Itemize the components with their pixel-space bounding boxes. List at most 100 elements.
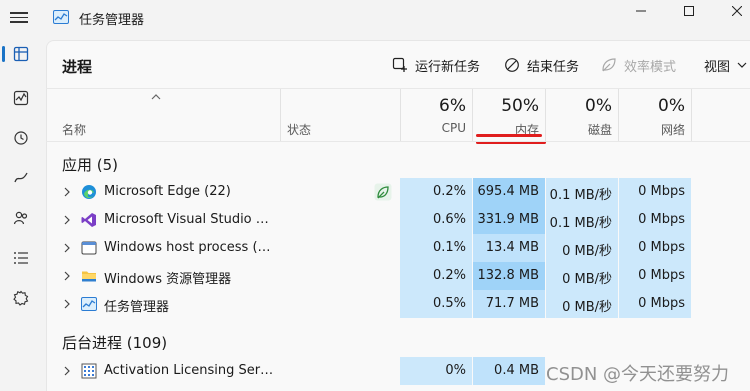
new-task-icon xyxy=(392,57,407,72)
memory-cell: 695.4 MB xyxy=(473,178,545,206)
process-name: Microsoft Visual Studio 202... xyxy=(104,212,276,227)
memory-cell: 331.9 MB xyxy=(473,206,545,234)
window-icon xyxy=(81,240,97,256)
header-divider xyxy=(46,141,750,142)
column-header-status[interactable]: 状态 xyxy=(287,121,311,138)
chevron-right-icon[interactable] xyxy=(63,270,71,286)
users-icon xyxy=(13,211,28,225)
view-menu-button[interactable]: 视图 xyxy=(704,52,747,78)
nav-app-history[interactable] xyxy=(7,124,35,152)
watermark: CSDN @今天还要努力 xyxy=(546,364,730,385)
network-cell: 0 Mbps xyxy=(619,206,691,234)
process-name: Windows 资源管理器 xyxy=(104,272,232,287)
close-icon xyxy=(732,6,742,16)
red-annotation-underline xyxy=(476,134,542,137)
end-task-label: 结束任务 xyxy=(527,59,580,75)
network-total-percent: 0% xyxy=(658,96,685,116)
end-task-button[interactable]: 结束任务 xyxy=(504,52,579,78)
folder-icon xyxy=(81,268,97,284)
process-name: Windows host process (Ru... xyxy=(104,240,276,255)
memory-cell: 71.7 MB xyxy=(473,290,545,318)
network-cell: 0 Mbps xyxy=(619,290,691,318)
process-name: Microsoft Edge (22) xyxy=(104,184,231,199)
section-title-apps[interactable]: 应用 (5) xyxy=(62,154,118,175)
network-cell: 0 Mbps xyxy=(619,262,691,290)
process-row[interactable]: Microsoft Visual Studio 202... 0.6% 331.9 … xyxy=(46,206,750,234)
network-cell: 0 Mbps xyxy=(619,178,691,206)
startup-apps-icon xyxy=(14,172,28,183)
disk-cell: 0 MB/秒 xyxy=(546,262,618,290)
memory-cell: 132.8 MB xyxy=(473,262,545,290)
chevron-down-icon xyxy=(737,62,747,68)
disk-total-percent: 0% xyxy=(585,96,612,116)
network-header-label: 网络 xyxy=(660,123,685,137)
cpu-cell: 0.2% xyxy=(400,178,472,206)
disk-cell: 0 MB/秒 xyxy=(546,290,618,318)
cpu-cell: 0% xyxy=(400,357,472,385)
chevron-right-icon[interactable] xyxy=(63,242,71,258)
memory-cell: 0.4 MB xyxy=(473,357,545,385)
network-cell: 0 Mbps xyxy=(619,234,691,262)
process-row[interactable]: Windows host process (Ru... 0.1% 13.4 MB 0 … xyxy=(46,234,750,262)
active-indicator xyxy=(2,46,5,62)
section-title-background[interactable]: 后台进程 (109) xyxy=(62,332,167,353)
nav-details[interactable] xyxy=(7,244,35,272)
nav-startup-apps[interactable] xyxy=(7,164,35,192)
chevron-right-icon[interactable] xyxy=(63,365,71,381)
title-bar: 任务管理器 xyxy=(0,0,750,36)
chevron-right-icon[interactable] xyxy=(63,186,71,202)
cpu-cell: 0.6% xyxy=(400,206,472,234)
run-new-task-label: 运行新任务 xyxy=(415,59,481,75)
close-button[interactable] xyxy=(714,0,750,22)
efficiency-mode-label: 效率模式 xyxy=(624,59,677,75)
task-manager-icon xyxy=(81,296,97,312)
details-icon xyxy=(14,252,28,264)
performance-icon xyxy=(13,90,29,106)
disk-cell: 0.1 MB/秒 xyxy=(546,206,618,234)
processes-icon xyxy=(13,46,29,62)
efficiency-leaf-icon xyxy=(374,183,392,205)
cpu-cell: 0.5% xyxy=(400,290,472,318)
run-new-task-button[interactable]: 运行新任务 xyxy=(392,52,480,78)
cpu-cell: 0.2% xyxy=(400,262,472,290)
disk-cell: 0 MB/秒 xyxy=(546,234,618,262)
toolbar-divider xyxy=(46,88,750,89)
nav-processes[interactable] xyxy=(7,40,35,68)
navigation-rail xyxy=(0,36,44,391)
minimize-button[interactable] xyxy=(618,0,664,22)
hamburger-menu-icon[interactable] xyxy=(10,9,28,25)
window-title: 任务管理器 xyxy=(79,13,145,28)
cpu-total-percent: 6% xyxy=(439,96,466,116)
minimize-icon xyxy=(636,10,646,12)
process-row[interactable]: Microsoft Edge (22) 0.2% 695.4 MB 0.1 MB/秒 0… xyxy=(46,178,750,206)
maximize-icon xyxy=(684,6,694,16)
services-icon xyxy=(13,290,29,306)
visual-studio-icon xyxy=(81,212,97,228)
sort-ascending-icon[interactable] xyxy=(150,93,162,101)
column-header-name[interactable]: 名称 xyxy=(62,121,86,138)
edge-icon xyxy=(81,184,97,200)
chevron-right-icon[interactable] xyxy=(63,214,71,230)
view-label: 视图 xyxy=(704,59,731,75)
memory-total-percent: 50% xyxy=(501,96,539,116)
process-name: Activation Licensing Service... xyxy=(104,363,276,378)
page-title: 进程 xyxy=(62,58,93,76)
end-task-icon xyxy=(505,58,519,72)
nav-users[interactable] xyxy=(7,204,35,232)
app-history-icon xyxy=(14,131,28,145)
cpu-header-label: CPU xyxy=(441,121,466,135)
nav-performance[interactable] xyxy=(7,84,35,112)
service-grid-icon xyxy=(81,363,97,379)
column-separator[interactable] xyxy=(691,89,692,141)
nav-services[interactable] xyxy=(7,284,35,312)
maximize-button[interactable] xyxy=(666,0,712,22)
task-manager-app-icon xyxy=(53,10,69,24)
process-row[interactable]: Windows 资源管理器 0.2% 132.8 MB 0 MB/秒 0 Mbps xyxy=(46,262,750,290)
cpu-cell: 0.1% xyxy=(400,234,472,262)
chevron-right-icon[interactable] xyxy=(63,298,71,314)
column-separator[interactable] xyxy=(280,89,281,141)
memory-cell: 13.4 MB xyxy=(473,234,545,262)
process-row[interactable]: 任务管理器 0.5% 71.7 MB 0 MB/秒 0 Mbps xyxy=(46,290,750,318)
efficiency-leaf-icon xyxy=(602,58,616,72)
efficiency-mode-button[interactable]: 效率模式 xyxy=(601,52,676,78)
